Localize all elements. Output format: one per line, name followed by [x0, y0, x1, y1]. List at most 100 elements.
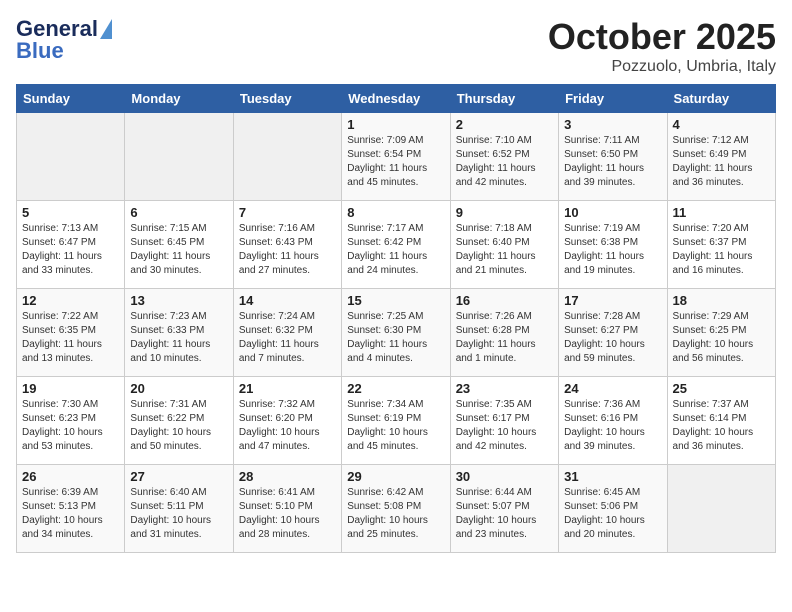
day-number: 16 — [456, 293, 553, 308]
cell-info: Sunrise: 6:39 AM Sunset: 5:13 PM Dayligh… — [22, 486, 119, 542]
calendar-cell: 23 Sunrise: 7:35 AM Sunset: 6:17 PM Dayli… — [450, 377, 558, 465]
day-number: 25 — [673, 381, 770, 396]
cell-info: Sunrise: 7:11 AM Sunset: 6:50 PM Dayligh… — [564, 134, 661, 190]
day-number: 31 — [564, 469, 661, 484]
calendar-cell: 27 Sunrise: 6:40 AM Sunset: 5:11 PM Dayli… — [125, 465, 233, 553]
logo: General Blue — [16, 16, 112, 64]
logo-triangle-icon — [100, 19, 112, 39]
day-number: 15 — [347, 293, 444, 308]
cell-info: Sunrise: 7:30 AM Sunset: 6:23 PM Dayligh… — [22, 398, 119, 454]
day-number: 11 — [673, 205, 770, 220]
cell-info: Sunrise: 6:44 AM Sunset: 5:07 PM Dayligh… — [456, 486, 553, 542]
day-number: 22 — [347, 381, 444, 396]
day-number: 23 — [456, 381, 553, 396]
day-number: 30 — [456, 469, 553, 484]
day-number: 1 — [347, 117, 444, 132]
calendar-cell: 6 Sunrise: 7:15 AM Sunset: 6:45 PM Daylig… — [125, 201, 233, 289]
day-number: 24 — [564, 381, 661, 396]
day-number: 5 — [22, 205, 119, 220]
calendar-cell: 13Sunrise: 7:23 AM Sunset: 6:33 PM Dayli… — [125, 289, 233, 377]
calendar-cell: 19 Sunrise: 7:30 AM Sunset: 6:23 PM Dayli… — [17, 377, 125, 465]
cell-info: Sunrise: 7:09 AM Sunset: 6:54 PM Dayligh… — [347, 134, 444, 190]
day-number: 3 — [564, 117, 661, 132]
calendar-cell: 26 Sunrise: 6:39 AM Sunset: 5:13 PM Dayli… — [17, 465, 125, 553]
calendar-cell: 4 Sunrise: 7:12 AM Sunset: 6:49 PM Daylig… — [667, 113, 775, 201]
calendar-cell: 28Sunrise: 6:41 AM Sunset: 5:10 PM Dayli… — [233, 465, 341, 553]
logo-blue: Blue — [16, 38, 64, 64]
cell-info: Sunrise: 7:34 AM Sunset: 6:19 PM Dayligh… — [347, 398, 444, 454]
calendar-cell: 20 Sunrise: 7:31 AM Sunset: 6:22 PM Dayli… — [125, 377, 233, 465]
cell-info: Sunrise: 7:37 AM Sunset: 6:14 PM Dayligh… — [673, 398, 770, 454]
day-number: 4 — [673, 117, 770, 132]
cell-info: Sunrise: 7:24 AM Sunset: 6:32 PM Dayligh… — [239, 310, 336, 366]
calendar-cell: 25 Sunrise: 7:37 AM Sunset: 6:14 PM Dayli… — [667, 377, 775, 465]
header-day-saturday: Saturday — [667, 85, 775, 113]
calendar-cell: 15Sunrise: 7:25 AM Sunset: 6:30 PM Dayli… — [342, 289, 450, 377]
cell-info: Sunrise: 7:28 AM Sunset: 6:27 PM Dayligh… — [564, 310, 661, 366]
cell-info: Sunrise: 7:16 AM Sunset: 6:43 PM Dayligh… — [239, 222, 336, 278]
cell-info: Sunrise: 7:35 AM Sunset: 6:17 PM Dayligh… — [456, 398, 553, 454]
week-row-5: 26 Sunrise: 6:39 AM Sunset: 5:13 PM Dayli… — [17, 465, 776, 553]
cell-info: Sunrise: 7:26 AM Sunset: 6:28 PM Dayligh… — [456, 310, 553, 366]
title-area: October 2025 Pozzuolo, Umbria, Italy — [548, 16, 776, 76]
day-number: 6 — [130, 205, 227, 220]
calendar-cell: 12Sunrise: 7:22 AM Sunset: 6:35 PM Dayli… — [17, 289, 125, 377]
cell-info: Sunrise: 7:36 AM Sunset: 6:16 PM Dayligh… — [564, 398, 661, 454]
calendar-cell: 2Sunrise: 7:10 AM Sunset: 6:52 PM Daylig… — [450, 113, 558, 201]
cell-info: Sunrise: 7:31 AM Sunset: 6:22 PM Dayligh… — [130, 398, 227, 454]
cell-info: Sunrise: 7:23 AM Sunset: 6:33 PM Dayligh… — [130, 310, 227, 366]
cell-info: Sunrise: 7:15 AM Sunset: 6:45 PM Dayligh… — [130, 222, 227, 278]
cell-info: Sunrise: 7:18 AM Sunset: 6:40 PM Dayligh… — [456, 222, 553, 278]
calendar-cell — [233, 113, 341, 201]
calendar-cell: 31 Sunrise: 6:45 AM Sunset: 5:06 PM Dayli… — [559, 465, 667, 553]
calendar-cell: 10 Sunrise: 7:19 AM Sunset: 6:38 PM Dayli… — [559, 201, 667, 289]
calendar-cell: 21Sunrise: 7:32 AM Sunset: 6:20 PM Dayli… — [233, 377, 341, 465]
header-day-wednesday: Wednesday — [342, 85, 450, 113]
calendar-cell: 9Sunrise: 7:18 AM Sunset: 6:40 PM Daylig… — [450, 201, 558, 289]
calendar-cell — [17, 113, 125, 201]
cell-info: Sunrise: 7:10 AM Sunset: 6:52 PM Dayligh… — [456, 134, 553, 190]
header-day-thursday: Thursday — [450, 85, 558, 113]
header-row: SundayMondayTuesdayWednesdayThursdayFrid… — [17, 85, 776, 113]
calendar-cell: 3 Sunrise: 7:11 AM Sunset: 6:50 PM Daylig… — [559, 113, 667, 201]
calendar-cell: 24 Sunrise: 7:36 AM Sunset: 6:16 PM Dayli… — [559, 377, 667, 465]
header-day-monday: Monday — [125, 85, 233, 113]
cell-info: Sunrise: 7:17 AM Sunset: 6:42 PM Dayligh… — [347, 222, 444, 278]
day-number: 27 — [130, 469, 227, 484]
cell-info: Sunrise: 7:13 AM Sunset: 6:47 PM Dayligh… — [22, 222, 119, 278]
cell-info: Sunrise: 6:42 AM Sunset: 5:08 PM Dayligh… — [347, 486, 444, 542]
week-row-4: 19 Sunrise: 7:30 AM Sunset: 6:23 PM Dayli… — [17, 377, 776, 465]
day-number: 26 — [22, 469, 119, 484]
cell-info: Sunrise: 7:19 AM Sunset: 6:38 PM Dayligh… — [564, 222, 661, 278]
cell-info: Sunrise: 6:41 AM Sunset: 5:10 PM Dayligh… — [239, 486, 336, 542]
day-number: 29 — [347, 469, 444, 484]
calendar-cell — [125, 113, 233, 201]
cell-info: Sunrise: 6:45 AM Sunset: 5:06 PM Dayligh… — [564, 486, 661, 542]
day-number: 19 — [22, 381, 119, 396]
day-number: 8 — [347, 205, 444, 220]
day-number: 10 — [564, 205, 661, 220]
day-number: 20 — [130, 381, 227, 396]
calendar-cell: 5 Sunrise: 7:13 AM Sunset: 6:47 PM Daylig… — [17, 201, 125, 289]
calendar-cell: 22 Sunrise: 7:34 AM Sunset: 6:19 PM Dayli… — [342, 377, 450, 465]
cell-info: Sunrise: 7:12 AM Sunset: 6:49 PM Dayligh… — [673, 134, 770, 190]
calendar-cell: 8 Sunrise: 7:17 AM Sunset: 6:42 PM Daylig… — [342, 201, 450, 289]
day-number: 21 — [239, 381, 336, 396]
calendar-subtitle: Pozzuolo, Umbria, Italy — [548, 58, 776, 76]
header-day-sunday: Sunday — [17, 85, 125, 113]
calendar-title: October 2025 — [548, 16, 776, 58]
day-number: 18 — [673, 293, 770, 308]
calendar-cell: 1 Sunrise: 7:09 AM Sunset: 6:54 PM Daylig… — [342, 113, 450, 201]
calendar-cell: 18Sunrise: 7:29 AM Sunset: 6:25 PM Dayli… — [667, 289, 775, 377]
calendar-cell: 7Sunrise: 7:16 AM Sunset: 6:43 PM Daylig… — [233, 201, 341, 289]
calendar-cell: 16 Sunrise: 7:26 AM Sunset: 6:28 PM Dayli… — [450, 289, 558, 377]
calendar-cell: 11 Sunrise: 7:20 AM Sunset: 6:37 PM Dayli… — [667, 201, 775, 289]
header-day-friday: Friday — [559, 85, 667, 113]
week-row-2: 5 Sunrise: 7:13 AM Sunset: 6:47 PM Daylig… — [17, 201, 776, 289]
day-number: 14 — [239, 293, 336, 308]
header-day-tuesday: Tuesday — [233, 85, 341, 113]
header: General Blue October 2025 Pozzuolo, Umbr… — [16, 16, 776, 76]
cell-info: Sunrise: 7:22 AM Sunset: 6:35 PM Dayligh… — [22, 310, 119, 366]
cell-info: Sunrise: 6:40 AM Sunset: 5:11 PM Dayligh… — [130, 486, 227, 542]
cell-info: Sunrise: 7:20 AM Sunset: 6:37 PM Dayligh… — [673, 222, 770, 278]
